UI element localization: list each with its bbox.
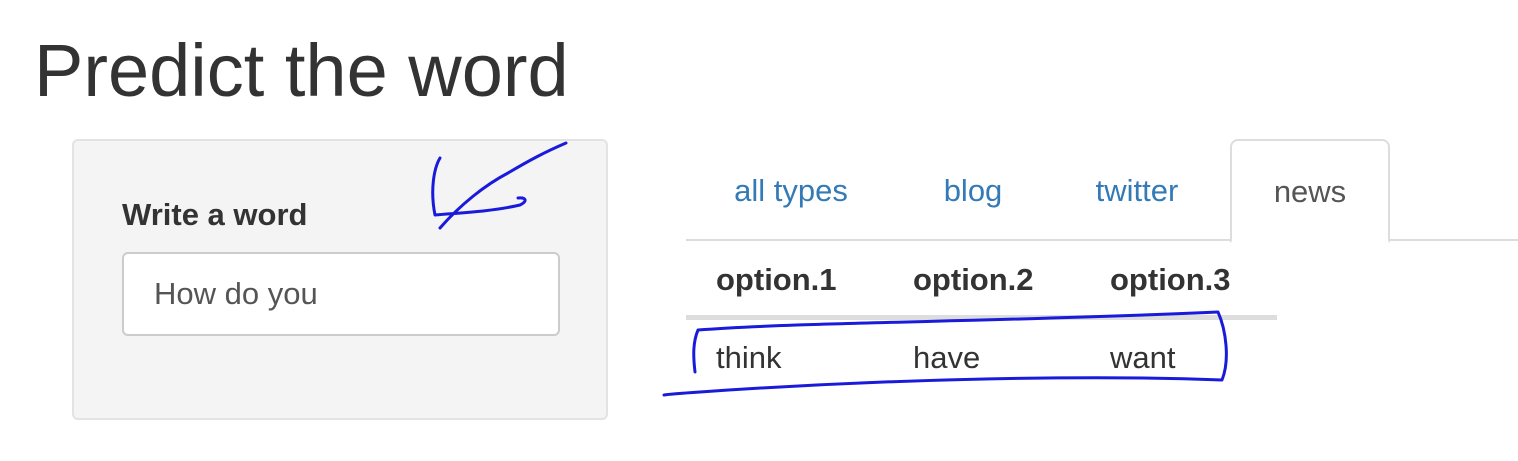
table-cell: have bbox=[913, 340, 981, 375]
table-row: think have want bbox=[686, 318, 1277, 397]
tab-news[interactable]: news bbox=[1230, 139, 1390, 243]
tab-twitter[interactable]: twitter bbox=[1060, 139, 1214, 241]
column-header: option.3 bbox=[1080, 245, 1277, 320]
tab-bar: all types blog twitter news bbox=[686, 139, 1518, 243]
table-cell: think bbox=[716, 340, 782, 375]
table-cell: want bbox=[1110, 340, 1176, 375]
tab-blog[interactable]: blog bbox=[904, 139, 1042, 241]
table-header-row: option.1 option.2 option.3 bbox=[686, 245, 1277, 320]
tab-all-types[interactable]: all types bbox=[686, 139, 896, 241]
column-header: option.1 bbox=[686, 245, 883, 320]
sidebar-panel: Write a word bbox=[72, 139, 608, 420]
options-table: option.1 option.2 option.3 think have wa… bbox=[686, 245, 1277, 396]
page-title: Predict the word bbox=[34, 29, 569, 112]
column-header: option.2 bbox=[883, 245, 1080, 320]
input-label: Write a word bbox=[122, 197, 308, 232]
word-input[interactable] bbox=[122, 252, 560, 336]
